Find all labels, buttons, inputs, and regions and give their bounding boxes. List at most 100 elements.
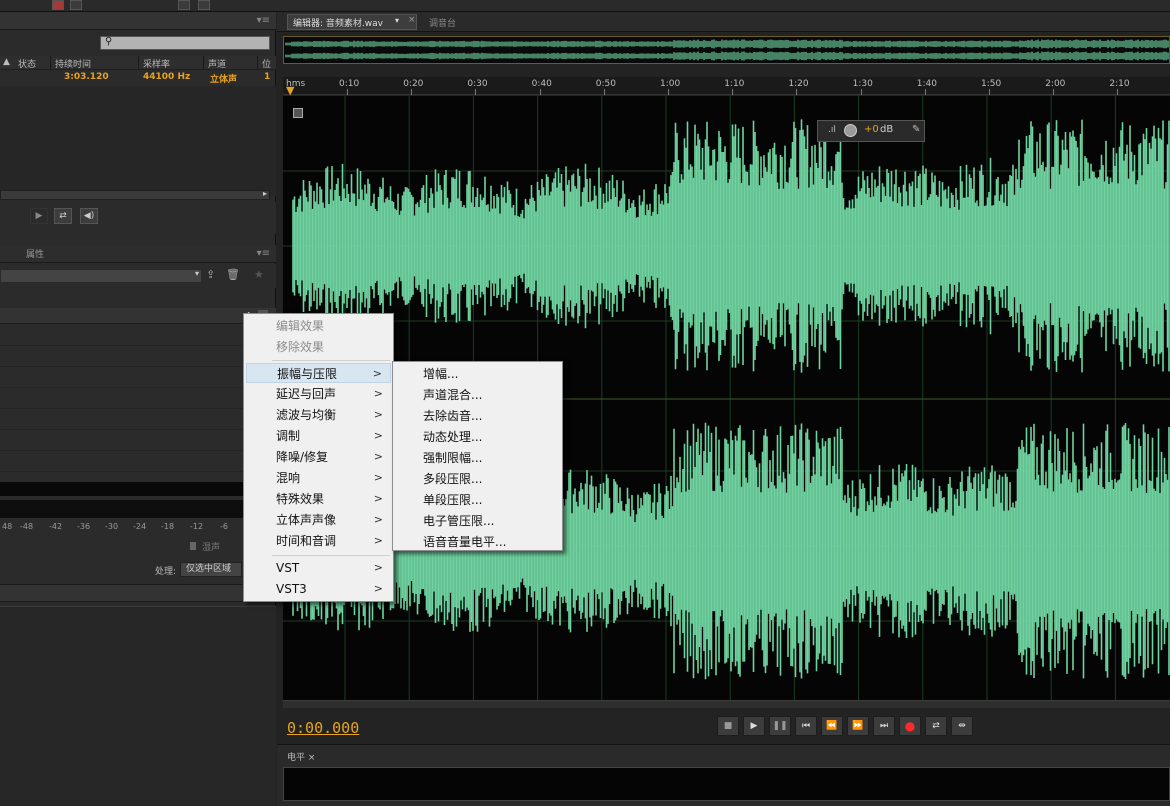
menu-item-delay-echo[interactable]: 延迟与回声 > xyxy=(246,384,391,404)
col-header-duration[interactable]: 持续时间 xyxy=(55,57,91,70)
menu-item-stereo-imagery[interactable]: 立体声声像 > xyxy=(246,510,391,530)
favorite-star-icon[interactable]: ★ xyxy=(254,268,264,281)
menu-item-remove-effect[interactable]: 移除效果 xyxy=(246,337,391,357)
close-icon[interactable]: × xyxy=(408,15,416,25)
go-to-start-icon[interactable]: ⏮ xyxy=(795,716,817,736)
ruler-tick-label: 0:10 xyxy=(339,79,360,89)
submenu-item-tube-compressor[interactable]: 电子管压限... xyxy=(395,511,560,531)
submenu-arrow-icon: > xyxy=(373,513,383,526)
effects-level-meter-secondary xyxy=(0,500,244,518)
play-preview-icon[interactable]: ▶ xyxy=(30,208,48,224)
menu-item-vst3[interactable]: VST3 > xyxy=(246,579,391,599)
menu-item-modulation[interactable]: 调制 > xyxy=(246,426,391,446)
sort-arrow-icon[interactable]: ▲ xyxy=(3,57,10,67)
submenu-arrow-icon: > xyxy=(373,450,383,463)
pin-icon[interactable]: ✎ xyxy=(912,124,920,135)
files-preview-controls: ▶ ⇄ ◀) xyxy=(0,202,276,234)
col-header-sample-rate[interactable]: 采样率 xyxy=(143,57,170,70)
time-ruler[interactable]: ▼ hms 0:10 0:20 0:30 0:40 0:50 1:00 1:10 1:20 1:3… xyxy=(283,77,1170,97)
lower-panel-area xyxy=(0,606,276,806)
ruler-tick-label: 1:50 xyxy=(981,79,1002,89)
loop-preview-icon[interactable]: ⇄ xyxy=(54,208,72,224)
go-to-end-icon[interactable]: ⏭ xyxy=(873,716,895,736)
preset-dropdown[interactable]: ▾ xyxy=(0,269,202,283)
ruler-tick-label: 0:50 xyxy=(595,79,617,89)
submenu-item-dynamics[interactable]: 动态处理... xyxy=(395,427,560,447)
col-header-status[interactable]: 状态 xyxy=(18,57,36,70)
tab-levels-label: 电平 xyxy=(287,753,306,763)
submenu-item-hard-limiter[interactable]: 强制限幅... xyxy=(395,448,560,468)
col-header-channels[interactable]: 声道 xyxy=(208,57,226,70)
menu-item-vst[interactable]: VST > xyxy=(246,558,391,578)
panel-menu-icon[interactable]: ▾≡ xyxy=(257,248,270,259)
db-tick: -18 xyxy=(161,522,175,531)
skip-selection-icon[interactable]: ⇹ xyxy=(951,716,973,736)
tab-mixer[interactable]: 调音台 xyxy=(429,16,456,29)
ruler-tick-mark xyxy=(924,89,926,95)
fast-forward-icon[interactable]: ⏩ xyxy=(847,716,869,736)
submenu-arrow-icon: > xyxy=(373,492,383,505)
submenu-arrow-icon: > xyxy=(373,582,383,595)
ruler-tick-mark xyxy=(1117,89,1119,95)
submenu-item-amplify[interactable]: 增幅... xyxy=(395,364,560,384)
menu-item-time-pitch[interactable]: 时间和音调 > xyxy=(246,531,391,551)
db-tick: -6 xyxy=(220,522,228,531)
volume-hud[interactable]: .ıl +0 dB ✎ xyxy=(817,120,925,142)
volume-value[interactable]: +0 xyxy=(864,124,879,135)
menu-item-filter-eq[interactable]: 滤波与均衡 > xyxy=(246,405,391,425)
chevron-down-icon[interactable]: ▾ xyxy=(395,16,405,28)
play-icon[interactable]: ▶ xyxy=(743,716,765,736)
tab-editor[interactable]: 编辑器: 音频素材.wav ▾ × xyxy=(287,14,417,30)
menu-item-noise-reduction[interactable]: 降噪/修复 > xyxy=(246,447,391,467)
chevron-down-icon: ▾ xyxy=(194,269,199,278)
submenu-item-channel-mixer[interactable]: 声道混合... xyxy=(395,385,560,405)
files-search-input[interactable]: ⚲ xyxy=(100,36,270,50)
process-row: 处理: 仅选中区域 xyxy=(0,560,276,580)
rewind-icon[interactable]: ⏪ xyxy=(821,716,843,736)
stop-icon[interactable]: ■ xyxy=(717,716,739,736)
process-scope-select[interactable]: 仅选中区域 xyxy=(180,562,242,577)
save-preset-icon[interactable]: ⇪ xyxy=(206,268,215,281)
pause-icon[interactable]: ❚❚ xyxy=(769,716,791,736)
files-horizontal-scrollbar[interactable]: ▸ xyxy=(0,189,270,200)
submenu-item-multiband-compressor[interactable]: 多段压限... xyxy=(395,469,560,489)
submenu-arrow-icon: > xyxy=(372,367,382,380)
mix-slider-handle[interactable] xyxy=(190,542,196,550)
meter-db-scale: 48 -48 -42 -36 -30 -24 -18 -12 -6 xyxy=(0,518,244,534)
transport-controls: ■ ▶ ❚❚ ⏮ ⏪ ⏩ ⏭ ● ⇄ ⇹ xyxy=(717,716,977,738)
amplitude-compression-submenu: 增幅... 声道混合... 去除齿音... 动态处理... 强制限幅... 多段… xyxy=(392,361,563,551)
view-mode-icon[interactable] xyxy=(70,0,82,10)
delete-preset-icon[interactable]: 🗑 xyxy=(226,268,240,281)
current-time-readout[interactable]: 0:00.000 xyxy=(287,719,359,737)
submenu-item-single-band-compressor[interactable]: 单段压限... xyxy=(395,490,560,510)
submenu-item-speech-volume-leveler[interactable]: 语音音量电平... xyxy=(395,532,560,552)
submenu-item-deesser[interactable]: 去除齿音... xyxy=(395,406,560,426)
ruler-tick-label: 1:30 xyxy=(852,79,873,89)
spectral-toggle-icon[interactable] xyxy=(293,108,303,118)
menu-item-special-effects[interactable]: 特殊效果 > xyxy=(246,489,391,509)
cursor-tool-icon[interactable] xyxy=(178,0,190,10)
panel-menu-icon[interactable]: ▾≡ xyxy=(257,15,270,26)
tab-levels[interactable]: 电平 × xyxy=(287,750,315,763)
file-row[interactable]: 3:03.120 44100 Hz 立体声 1 xyxy=(0,71,276,85)
ruler-tick-mark xyxy=(796,89,798,95)
effects-preset-row: ▾ ⇪ 🗑 ★ xyxy=(0,264,276,288)
waveform-horizontal-scrollbar[interactable] xyxy=(283,700,1170,708)
ruler-tick-mark xyxy=(347,89,348,95)
tab-properties[interactable]: 属性 xyxy=(26,247,44,260)
selection-tool-icon[interactable] xyxy=(198,0,210,10)
volume-knob[interactable] xyxy=(844,124,857,137)
ruler-tick-label: 0:40 xyxy=(531,79,552,89)
loop-playback-icon[interactable]: ⇄ xyxy=(925,716,947,736)
menu-item-edit-effect[interactable]: 编辑效果 xyxy=(246,316,391,336)
record-icon[interactable]: ● xyxy=(899,716,921,736)
menu-item-amplitude-compression[interactable]: 振幅与压限 > xyxy=(246,363,391,383)
auto-play-icon[interactable]: ◀) xyxy=(80,208,98,224)
scroll-right-icon[interactable]: ▸ xyxy=(263,189,267,198)
col-header-bits[interactable]: 位 xyxy=(262,57,271,70)
record-mode-icon[interactable] xyxy=(52,0,64,10)
submenu-arrow-icon: > xyxy=(373,471,383,484)
effects-rack-slots[interactable] xyxy=(0,325,244,477)
overview-waveform[interactable] xyxy=(283,36,1170,64)
menu-item-reverb[interactable]: 混响 > xyxy=(246,468,391,488)
